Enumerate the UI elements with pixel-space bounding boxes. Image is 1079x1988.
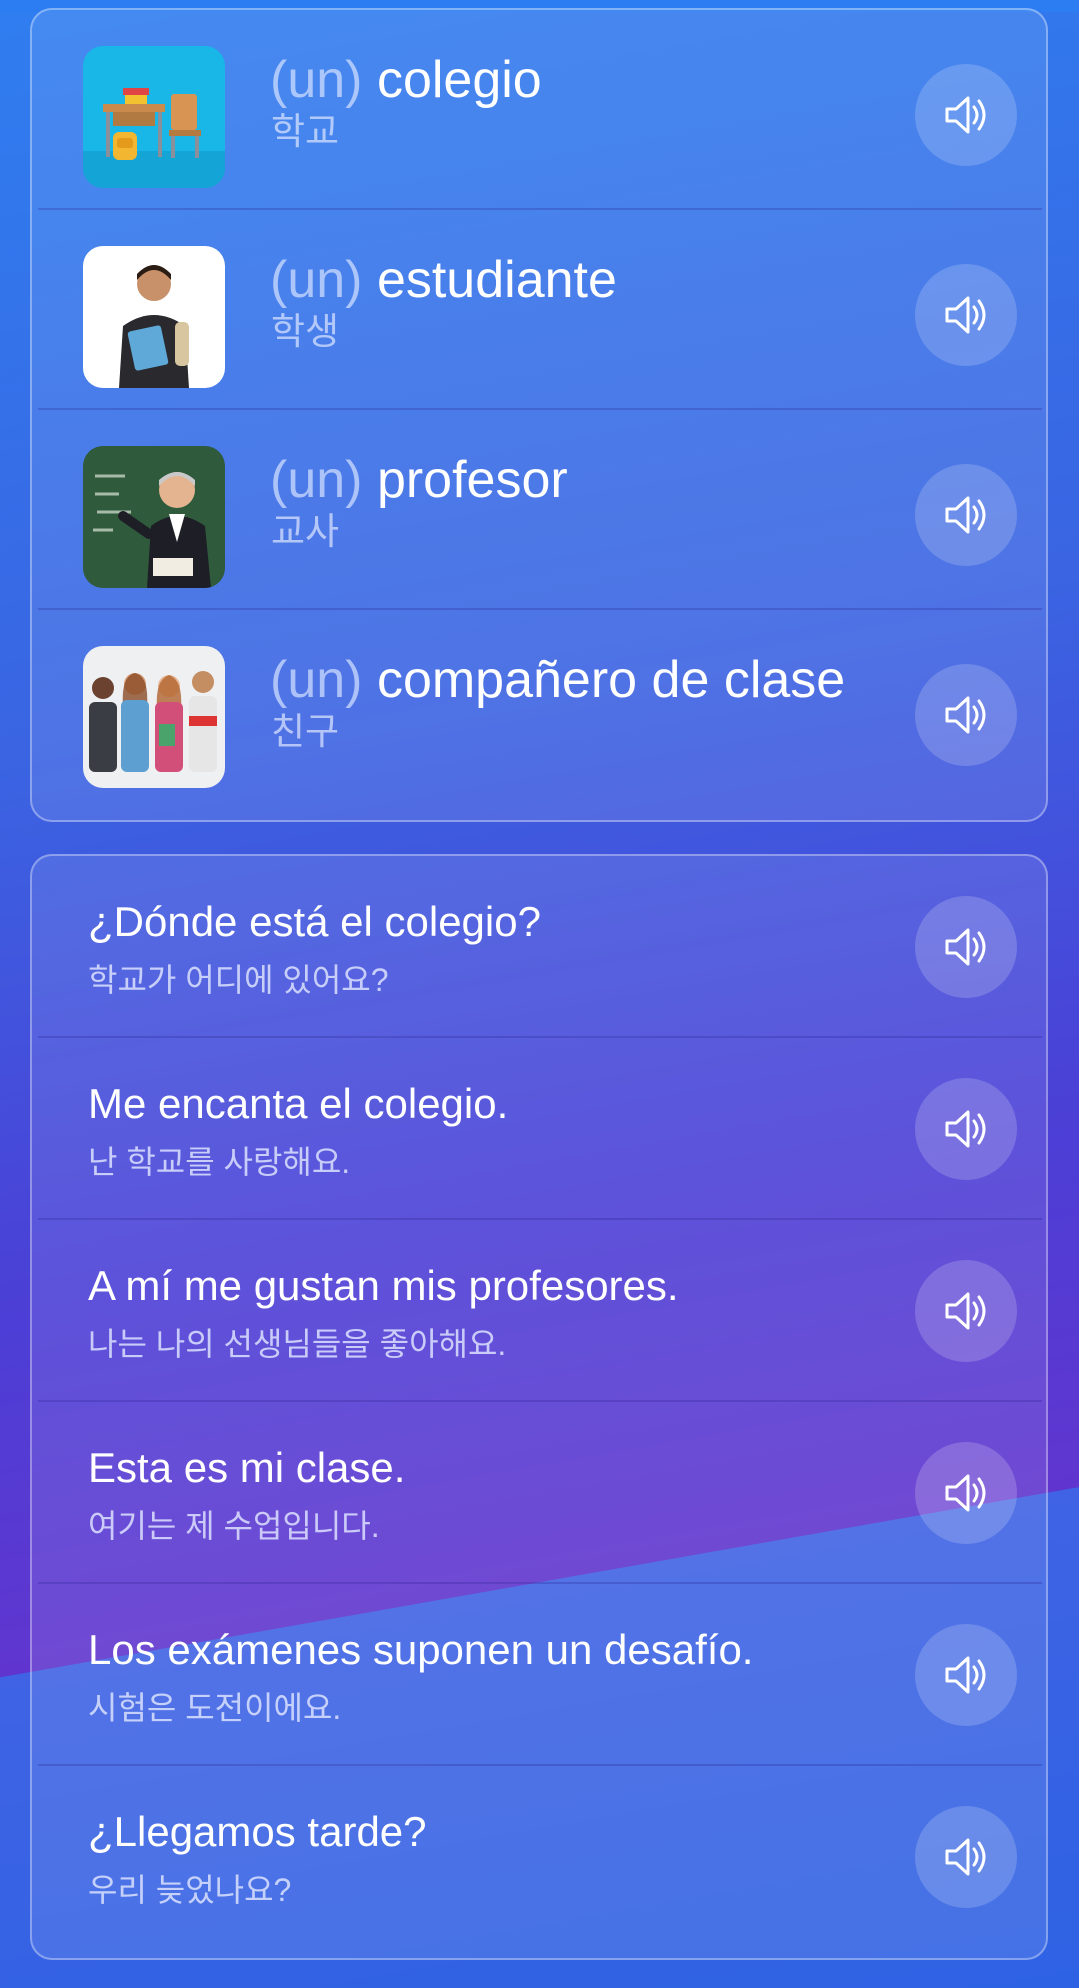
phrase-item[interactable]: Esta es mi clase. 여기는 제 수업입니다.: [38, 1402, 1042, 1584]
speaker-icon: [945, 296, 986, 334]
vocab-term: estudiante: [376, 251, 617, 309]
play-audio-button[interactable]: [915, 1078, 1017, 1180]
phrase-text: A mí me gustan mis profesores.: [88, 1262, 679, 1309]
vocab-translation: 친구: [271, 711, 340, 752]
phrase-translation: 우리 늦었나요?: [88, 1872, 292, 1908]
vocabulary-card: (un) colegio 학교 (un) estudiante 학생 (un) …: [30, 8, 1048, 822]
phrase-item[interactable]: Me encanta el colegio. 난 학교를 사랑해요.: [38, 1038, 1042, 1220]
speaker-icon: [945, 96, 986, 134]
play-audio-button[interactable]: [915, 264, 1017, 366]
phrase-text: ¿Llegamos tarde?: [88, 1808, 427, 1855]
vocab-article: (un): [270, 651, 363, 709]
play-audio-button[interactable]: [915, 464, 1017, 566]
speaker-icon: [945, 1292, 986, 1330]
phrase-text: ¿Dónde está el colegio?: [88, 898, 541, 945]
vocab-article: (un): [270, 451, 363, 509]
phrases-card: ¿Dónde está el colegio? 학교가 어디에 있어요? Me …: [30, 854, 1048, 1960]
speaker-icon: [945, 1474, 986, 1512]
vocab-translation: 교사: [271, 511, 340, 552]
phrase-translation: 나는 나의 선생님들을 좋아해요.: [88, 1326, 507, 1362]
play-audio-button[interactable]: [915, 64, 1017, 166]
classmates-image: [83, 646, 225, 788]
vocab-item[interactable]: (un) estudiante 학생: [38, 210, 1042, 410]
play-audio-button[interactable]: [915, 896, 1017, 998]
speaker-icon: [945, 928, 986, 966]
vocab-word: (un) compañero de clase: [270, 652, 845, 708]
vocab-term: compañero de clase: [376, 651, 846, 709]
vocab-word: (un) profesor: [270, 452, 568, 508]
phrase-translation: 학교가 어디에 있어요?: [88, 962, 389, 998]
play-audio-button[interactable]: [915, 1260, 1017, 1362]
school-desk-image: [83, 46, 225, 188]
play-audio-button[interactable]: [915, 664, 1017, 766]
phrase-text: Esta es mi clase.: [88, 1444, 406, 1491]
phrase-item[interactable]: ¿Llegamos tarde? 우리 늦었나요?: [38, 1766, 1042, 1948]
phrase-translation: 여기는 제 수업입니다.: [88, 1508, 380, 1544]
phrase-text: Los exámenes suponen un desafío.: [88, 1626, 754, 1673]
phrase-item[interactable]: Los exámenes suponen un desafío. 시험은 도전이…: [38, 1584, 1042, 1766]
vocab-term: profesor: [376, 451, 568, 509]
phrase-translation: 난 학교를 사랑해요.: [88, 1144, 351, 1180]
vocab-term: colegio: [376, 51, 542, 109]
speaker-icon: [945, 1656, 986, 1694]
phrase-item[interactable]: ¿Dónde está el colegio? 학교가 어디에 있어요?: [38, 856, 1042, 1038]
speaker-icon: [945, 496, 986, 534]
play-audio-button[interactable]: [915, 1624, 1017, 1726]
phrase-item[interactable]: A mí me gustan mis profesores. 나는 나의 선생님…: [38, 1220, 1042, 1402]
student-image: [83, 246, 225, 388]
phrase-text: Me encanta el colegio.: [88, 1080, 509, 1127]
vocab-word: (un) colegio: [270, 52, 542, 108]
vocab-word: (un) estudiante: [270, 252, 617, 308]
vocab-translation: 학생: [271, 311, 340, 352]
speaker-icon: [945, 1838, 986, 1876]
vocab-item[interactable]: (un) compañero de clase 친구: [38, 610, 1042, 810]
phrase-translation: 시험은 도전이에요.: [88, 1690, 342, 1726]
vocab-translation: 학교: [271, 111, 340, 152]
vocab-item[interactable]: (un) profesor 교사: [38, 410, 1042, 610]
speaker-icon: [945, 1110, 986, 1148]
vocab-article: (un): [270, 251, 363, 309]
teacher-image: [83, 446, 225, 588]
play-audio-button[interactable]: [915, 1806, 1017, 1908]
play-audio-button[interactable]: [915, 1442, 1017, 1544]
speaker-icon: [945, 696, 986, 734]
vocab-item[interactable]: (un) colegio 학교: [38, 10, 1042, 210]
vocab-article: (un): [270, 51, 363, 109]
